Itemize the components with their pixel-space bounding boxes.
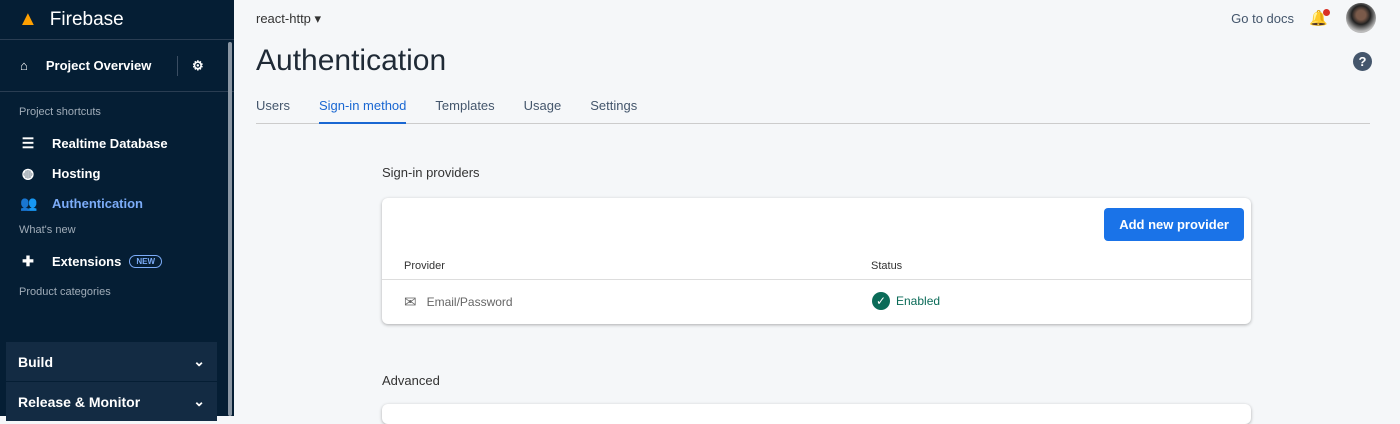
status-badge: ✓ Enabled bbox=[872, 292, 940, 310]
mail-icon: ✉ bbox=[404, 294, 417, 311]
section-title: Sign-in providers bbox=[382, 165, 480, 180]
main: react-http ▾ Go to docs 🔔 Authentication… bbox=[234, 0, 1400, 424]
home-icon: ⌂ bbox=[20, 58, 28, 73]
globe-icon: ◍ bbox=[21, 164, 35, 181]
firebase-logo[interactable]: ▲ Firebase bbox=[0, 0, 234, 40]
project-overview[interactable]: ⌂ Project Overview ⚙ bbox=[0, 40, 234, 92]
new-badge: NEW bbox=[129, 254, 163, 268]
category-build[interactable]: Build ⌄ bbox=[6, 342, 217, 381]
tab-users[interactable]: Users bbox=[256, 88, 290, 124]
tab-sign-in-method[interactable]: Sign-in method bbox=[318, 88, 407, 124]
page-title: Authentication bbox=[256, 44, 447, 77]
gear-icon[interactable]: ⚙ bbox=[192, 58, 204, 74]
scrollbar[interactable] bbox=[228, 42, 232, 416]
advanced-card bbox=[382, 404, 1251, 424]
project-selector[interactable]: react-http ▾ bbox=[256, 11, 321, 27]
tab-settings[interactable]: Settings bbox=[590, 88, 637, 124]
sidebar-item-realtime-database[interactable]: ☰ Realtime Database bbox=[0, 128, 234, 158]
puzzle-icon: ✚ bbox=[22, 252, 34, 269]
bell-icon[interactable]: 🔔 bbox=[1309, 9, 1330, 27]
check-circle-icon: ✓ bbox=[872, 292, 890, 310]
section-label: What's new bbox=[19, 224, 76, 236]
database-icon: ☰ bbox=[21, 134, 35, 151]
providers-card: Add new provider Provider Status ✉ Email/… bbox=[382, 198, 1251, 324]
add-new-provider-button[interactable]: Add new provider bbox=[1104, 208, 1244, 241]
sidebar-item-extensions[interactable]: ✚ Extensions NEW bbox=[0, 246, 234, 276]
section-label: Product categories bbox=[19, 286, 111, 298]
dropdown-icon: ▾ bbox=[314, 11, 322, 26]
section-label: Project shortcuts bbox=[19, 106, 101, 118]
flame-icon: ▲ bbox=[18, 8, 38, 30]
sidebar-item-authentication[interactable]: 👥 Authentication bbox=[0, 188, 234, 218]
chevron-down-icon: ⌄ bbox=[193, 353, 205, 369]
go-to-docs-link[interactable]: Go to docs bbox=[1231, 11, 1294, 26]
category-release-monitor[interactable]: Release & Monitor ⌄ bbox=[6, 382, 217, 421]
help-icon[interactable]: ? bbox=[1353, 52, 1372, 71]
chevron-down-icon: ⌄ bbox=[193, 393, 205, 409]
sidebar: ▲ Firebase ⌂ Project Overview ⚙ Project sho… bbox=[0, 0, 234, 421]
tab-usage[interactable]: Usage bbox=[524, 88, 562, 124]
column-header: Provider bbox=[404, 260, 445, 272]
sidebar-item-hosting[interactable]: ◍ Hosting bbox=[0, 158, 234, 188]
tabs: Users Sign-in method Templates Usage Set… bbox=[256, 88, 1370, 124]
table-row[interactable]: ✉ Email/Password bbox=[404, 293, 513, 311]
avatar[interactable] bbox=[1346, 3, 1376, 33]
column-header: Status bbox=[871, 260, 903, 272]
tab-templates[interactable]: Templates bbox=[435, 88, 494, 124]
people-icon: 👥 bbox=[20, 194, 38, 211]
section-title: Advanced bbox=[382, 373, 440, 388]
